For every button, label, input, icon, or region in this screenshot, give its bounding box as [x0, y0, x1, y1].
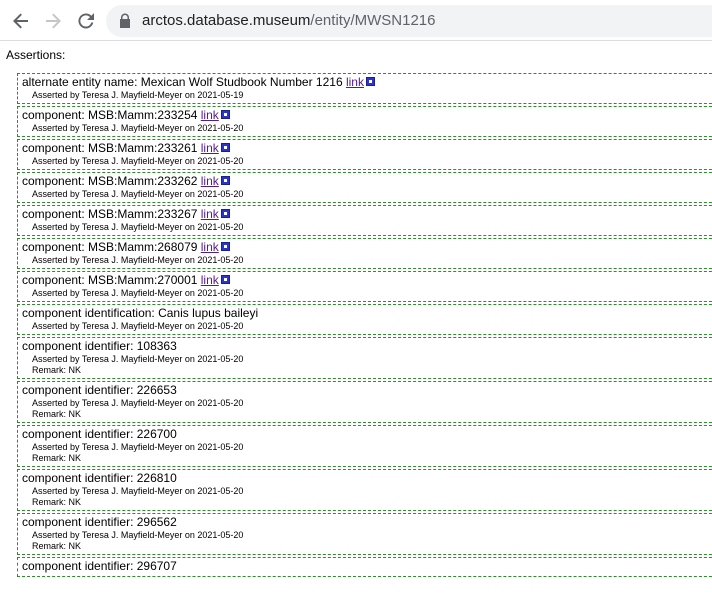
asserted-by: Asserted by Teresa J. Mayfield-Meyer on … [32, 123, 244, 133]
assertion-value: component: MSB:Mamm:270001 [22, 273, 201, 287]
assertion-text: component: MSB:Mamm:268079 link [22, 240, 712, 255]
assertion-text: component identifier: 226653 [22, 383, 712, 398]
assertion-link[interactable]: link [201, 108, 219, 122]
asserted-by: Asserted by Teresa J. Mayfield-Meyer on … [32, 442, 244, 452]
assertion-text: alternate entity name: Mexican Wolf Stud… [22, 75, 712, 90]
assertion-link[interactable]: link [201, 273, 219, 287]
assertion-text: component identification: Canis lupus ba… [22, 306, 712, 321]
assertion-remark: Remark: NK [32, 453, 82, 463]
assertion-remark: Remark: NK [32, 497, 82, 507]
assertion-value: component identification: Canis lupus ba… [22, 306, 259, 320]
assertion-value: component identifier: 296562 [22, 515, 177, 529]
external-link-icon[interactable] [220, 275, 230, 284]
reload-button[interactable] [74, 9, 98, 33]
asserted-by: Asserted by Teresa J. Mayfield-Meyer on … [32, 90, 244, 100]
asserted-by: Asserted by Teresa J. Mayfield-Meyer on … [32, 354, 244, 364]
assertion-item: component: MSB:Mamm:268079 link Asserted … [17, 238, 712, 269]
assertion-item: component identifier: 226810 Asserted by … [17, 469, 712, 511]
address-bar[interactable]: arctos.database.museum/entity/MWSN1216 [106, 5, 712, 37]
assertion-link[interactable]: link [201, 174, 219, 188]
forward-arrow-icon [46, 13, 61, 29]
assertion-link[interactable]: link [201, 240, 219, 254]
assertion-item: component: MSB:Mamm:233267 link Asserted … [17, 205, 712, 236]
assertion-text: component identifier: 226700 [22, 427, 712, 442]
asserted-by: Asserted by Teresa J. Mayfield-Meyer on … [32, 321, 244, 331]
assertion-value: component identifier: 108363 [22, 339, 177, 353]
assertion-item: component identifier: 226700 Asserted by … [17, 425, 712, 467]
forward-button[interactable] [41, 9, 65, 33]
assertion-text: component identifier: 296707 [22, 559, 712, 574]
url-host: arctos.database.museum [142, 12, 311, 29]
assertion-value: component: MSB:Mamm:233261 [22, 141, 201, 155]
assertion-remark: Remark: NK [32, 409, 82, 419]
assertion-text: component: MSB:Mamm:233261 link [22, 141, 712, 156]
assertion-remark: Remark: NK [32, 365, 82, 375]
assertion-text: component: MSB:Mamm:233262 link [22, 174, 712, 189]
assertion-text: component: MSB:Mamm:270001 link [22, 273, 712, 288]
assertion-item: component identification: Canis lupus ba… [17, 304, 712, 335]
assertion-item: component: MSB:Mamm:233262 link Asserted … [17, 172, 712, 203]
assertion-item: component identifier: 296707 [17, 557, 712, 577]
url-path: /entity/MWSN1216 [310, 12, 436, 29]
assertion-text: component: MSB:Mamm:233267 link [22, 207, 712, 222]
assertion-link[interactable]: link [346, 75, 364, 89]
assertion-value: alternate entity name: Mexican Wolf Stud… [22, 75, 346, 89]
back-button[interactable] [9, 9, 33, 33]
assertion-value: component identifier: 296707 [22, 559, 177, 573]
url-text: arctos.database.museum/entity/MWSN1216 [142, 11, 435, 31]
assertion-item: component: MSB:Mamm:233261 link Asserted … [17, 139, 712, 170]
reload-icon [78, 13, 94, 29]
assertion-text: component identifier: 226810 [22, 471, 712, 486]
asserted-by: Asserted by Teresa J. Mayfield-Meyer on … [32, 156, 244, 166]
asserted-by: Asserted by Teresa J. Mayfield-Meyer on … [32, 255, 244, 265]
assertion-value: component identifier: 226653 [22, 383, 177, 397]
assertion-value: component: MSB:Mamm:233267 [22, 207, 201, 221]
asserted-by: Asserted by Teresa J. Mayfield-Meyer on … [32, 288, 244, 298]
assertion-link[interactable]: link [201, 207, 219, 221]
external-link-icon[interactable] [365, 77, 375, 86]
assertion-item: component identifier: 226653 Asserted by … [17, 381, 712, 423]
page-content: Assertions: alternate entity name: Mexic… [0, 41, 712, 593]
asserted-by: Asserted by Teresa J. Mayfield-Meyer on … [32, 189, 244, 199]
asserted-by: Asserted by Teresa J. Mayfield-Meyer on … [32, 530, 244, 540]
browser-toolbar: arctos.database.museum/entity/MWSN1216 [0, 0, 712, 41]
external-link-icon[interactable] [220, 176, 230, 185]
assertion-list: alternate entity name: Mexican Wolf Stud… [17, 73, 712, 579]
assertion-value: component identifier: 226700 [22, 427, 177, 441]
lock-icon [120, 13, 130, 28]
assertion-item: component identifier: 108363 Asserted by … [17, 337, 712, 379]
external-link-icon[interactable] [220, 242, 230, 251]
back-arrow-icon [13, 13, 28, 29]
assertion-value: component identifier: 226810 [22, 471, 177, 485]
assertion-item: component: MSB:Mamm:233254 link Asserted … [17, 106, 712, 137]
assertion-remark: Remark: NK [32, 541, 82, 551]
external-link-icon[interactable] [220, 143, 230, 152]
assertion-item: alternate entity name: Mexican Wolf Stud… [17, 73, 712, 104]
assertion-value: component: MSB:Mamm:233262 [22, 174, 201, 188]
external-link-icon[interactable] [220, 209, 230, 218]
assertion-value: component: MSB:Mamm:233254 [22, 108, 201, 122]
assertion-item: component: MSB:Mamm:270001 link Asserted … [17, 271, 712, 302]
assertion-text: component identifier: 108363 [22, 339, 712, 354]
external-link-icon[interactable] [220, 110, 230, 119]
asserted-by: Asserted by Teresa J. Mayfield-Meyer on … [32, 222, 244, 232]
section-label: Assertions: [6, 48, 66, 62]
assertion-text: component identifier: 296562 [22, 515, 712, 530]
assertion-item: component identifier: 296562 Asserted by … [17, 513, 712, 555]
assertion-text: component: MSB:Mamm:233254 link [22, 108, 712, 123]
asserted-by: Asserted by Teresa J. Mayfield-Meyer on … [32, 398, 244, 408]
assertion-link[interactable]: link [201, 141, 219, 155]
assertion-value: component: MSB:Mamm:268079 [22, 240, 201, 254]
asserted-by: Asserted by Teresa J. Mayfield-Meyer on … [32, 486, 244, 496]
